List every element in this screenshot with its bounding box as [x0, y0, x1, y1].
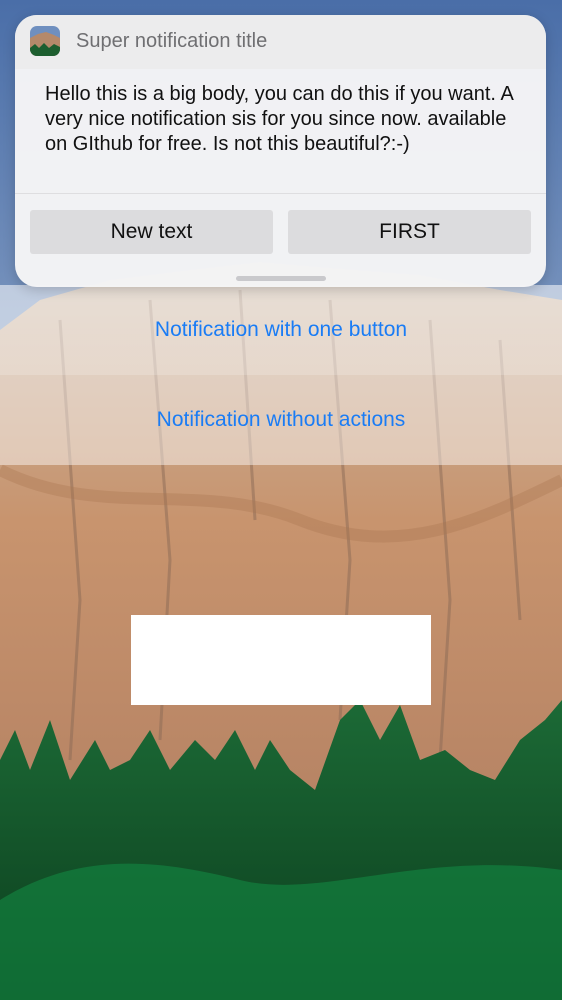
- notification-without-actions-link[interactable]: Notification without actions: [0, 375, 562, 465]
- notification-title: Super notification title: [76, 30, 268, 52]
- list-item-label: Notification without actions: [156, 408, 406, 431]
- notification-body: Hello this is a big body, you can do thi…: [45, 83, 513, 155]
- first-button[interactable]: FIRST: [288, 210, 531, 254]
- list-item-label: Notification with one button: [154, 318, 408, 341]
- empty-white-panel: [131, 615, 431, 705]
- drag-handle[interactable]: [236, 276, 326, 281]
- notification-with-one-button-link[interactable]: Notification with one button: [0, 285, 562, 375]
- divider: [15, 193, 546, 194]
- new-text-button[interactable]: New text: [30, 210, 273, 254]
- notification-banner[interactable]: Super notification title Hello this is a…: [15, 15, 546, 287]
- yosemite-photo-icon: [30, 26, 60, 56]
